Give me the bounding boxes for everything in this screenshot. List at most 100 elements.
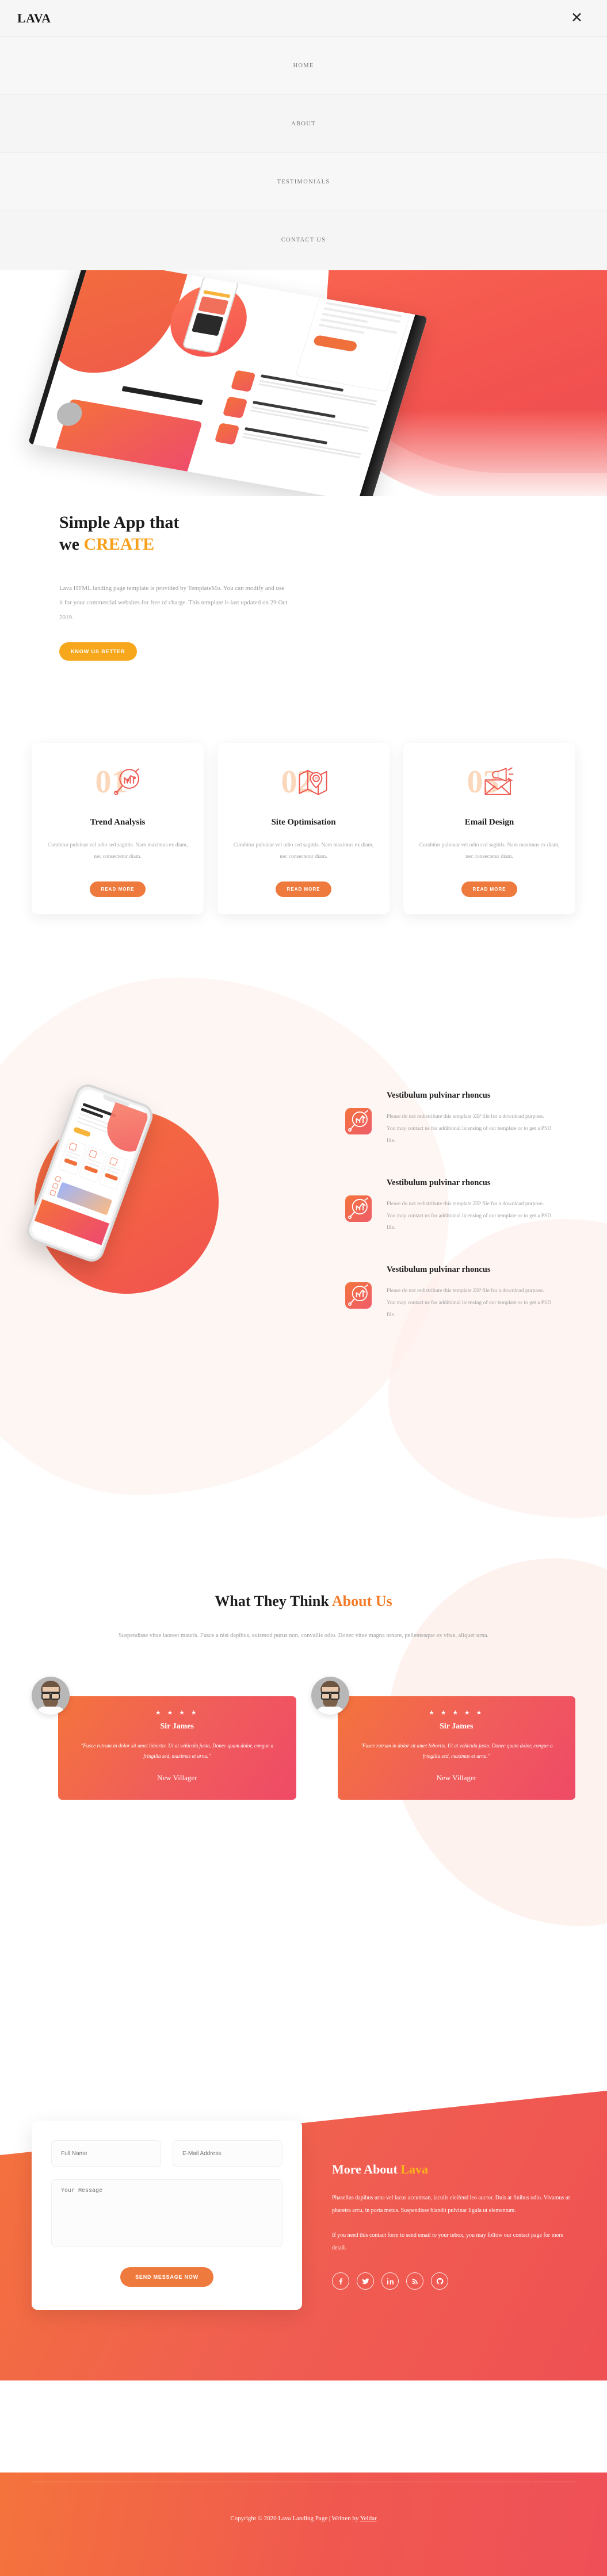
- header-bar: LAVA ✕: [0, 0, 607, 36]
- feature-card[interactable]: 01 Trend Analysis Curabitur pulvinar vel…: [32, 743, 204, 914]
- avatar: [311, 1677, 349, 1715]
- nav-item-contact-us[interactable]: CONTACT US: [0, 210, 607, 269]
- site-header: LAVA ✕ HOME ABOUT TESTIMONIALS CONTACT U…: [0, 0, 607, 270]
- testimonial-bubble: ★ ★ ★ ★ Sir James "Fusce rutrum in dolor…: [58, 1696, 296, 1800]
- testimonials-title: What They Think About Us: [0, 1593, 607, 1610]
- know-us-better-button[interactable]: KNOW US BETTER: [59, 642, 137, 661]
- testimonial-quote: "Fusce rutrum in dolor sit amet lobortis…: [360, 1743, 553, 1759]
- service-item-body: Vestibulum pulvinar rhoncus Please do no…: [387, 1264, 552, 1321]
- nav-item-about[interactable]: ABOUT: [0, 94, 607, 152]
- search-analysis-icon: [345, 1282, 372, 1309]
- email-input[interactable]: [173, 2140, 282, 2167]
- rating-stars: ★ ★ ★ ★ ★: [429, 1709, 484, 1717]
- contact-form-row: [51, 2140, 282, 2167]
- copyright-text: Copyright © 2020 Lava Landing Page | Wri…: [230, 2515, 360, 2522]
- feature-card[interactable]: 03 Email Design Curabitur pulvinar vel o…: [403, 743, 575, 914]
- feature-card-icon-row: 03: [416, 761, 563, 803]
- service-item-desc: Please do not redistribute this template…: [387, 1201, 552, 1231]
- service-item-desc: Please do not redistribute this template…: [387, 1114, 552, 1144]
- contact-paragraph-2: If you need this contact form to send em…: [332, 2232, 564, 2251]
- read-more-button[interactable]: READ MORE: [461, 881, 518, 897]
- linkedin-icon[interactable]: [381, 2272, 399, 2290]
- author-link[interactable]: Yeldar: [360, 2515, 377, 2522]
- service-item-body: Vestibulum pulvinar rhoncus Please do no…: [387, 1090, 552, 1147]
- send-message-button[interactable]: SEND MESSAGE NOW: [120, 2267, 213, 2287]
- close-icon[interactable]: ✕: [566, 9, 587, 28]
- feature-card[interactable]: 02 P Site Optimisation Curabitur pulvina…: [217, 743, 390, 914]
- contact-section: SEND MESSAGE NOW More About Lava Phasell…: [0, 2058, 607, 2472]
- message-textarea[interactable]: [51, 2179, 282, 2247]
- facebook-icon[interactable]: [332, 2272, 349, 2290]
- testimonials-row: ★ ★ ★ ★ Sir James "Fusce rutrum in dolor…: [0, 1677, 607, 1800]
- main-nav: HOME ABOUT TESTIMONIALS CONTACT US: [0, 36, 607, 269]
- device-heading: [121, 386, 237, 411]
- contact-paragraph-1: Phasellus dapibus urna vel lacus accumsa…: [332, 2195, 570, 2214]
- nav-label-home: HOME: [293, 62, 314, 69]
- rss-icon[interactable]: [406, 2272, 423, 2290]
- service-item-title: Vestibulum pulvinar rhoncus: [387, 1091, 491, 1100]
- feature-cards-section: 01 Trend Analysis Curabitur pulvinar vel…: [0, 743, 607, 914]
- feature-card-desc: Curabitur pulvinar vel odio sed sagittis…: [47, 842, 188, 860]
- read-more-button[interactable]: READ MORE: [89, 881, 146, 897]
- email-megaphone-icon: [482, 765, 516, 799]
- nav-label-about: ABOUT: [291, 120, 316, 127]
- contact-heading-accent: Lava: [400, 2162, 429, 2176]
- search-analysis-icon: [345, 1195, 372, 1222]
- testimonial-role: New Villager: [436, 1773, 476, 1782]
- testimonials-subtitle: Suspendisse vitae laoreet mauris. Fusce …: [118, 1632, 489, 1639]
- contact-heading-main: More About: [332, 2162, 401, 2176]
- feature-card-desc: Curabitur pulvinar vel odio sed sagittis…: [233, 842, 374, 860]
- site-footer: Copyright © 2020 Lava Landing Page | Wri…: [0, 2472, 607, 2576]
- device-testimonial-card: [51, 398, 203, 488]
- testimonial-card: ★ ★ ★ ★ Sir James "Fusce rutrum in dolor…: [32, 1677, 296, 1800]
- rating-stars: ★ ★ ★ ★: [155, 1709, 199, 1717]
- about-description: Lava HTML landing page template is provi…: [59, 584, 288, 621]
- testimonial-quote: "Fusce rutrum in dolor sit amet lobortis…: [81, 1743, 274, 1759]
- testimonial-card: ★ ★ ★ ★ ★ Sir James "Fusce rutrum in dol…: [311, 1677, 575, 1800]
- testimonial-role: New Villager: [157, 1773, 197, 1782]
- testimonials-title-accent: About Us: [331, 1593, 392, 1609]
- feature-card-icon-row: 01: [44, 761, 191, 803]
- contact-inner: SEND MESSAGE NOW More About Lava Phasell…: [0, 2058, 607, 2310]
- hero-image-band: [0, 266, 607, 496]
- about-section: Simple App that we CREATE Lava HTML land…: [0, 512, 607, 661]
- read-more-button[interactable]: READ MORE: [275, 881, 332, 897]
- service-item-body: Vestibulum pulvinar rhoncus Please do no…: [387, 1177, 552, 1235]
- brand-logo[interactable]: LAVA: [17, 11, 51, 26]
- about-title-accent: CREATE: [83, 535, 155, 554]
- nav-item-home[interactable]: HOME: [0, 36, 607, 94]
- testimonials-title-main: What They Think: [215, 1593, 332, 1609]
- github-icon[interactable]: [431, 2272, 448, 2290]
- page-title: Simple App that we CREATE: [59, 512, 607, 556]
- testimonials-section: What They Think About Us Suspendisse vit…: [0, 1558, 607, 1926]
- service-item-desc: Please do not redistribute this template…: [387, 1288, 552, 1318]
- about-title-line1: Simple App that: [59, 513, 180, 532]
- feature-card-desc: Curabitur pulvinar vel odio sed sagittis…: [419, 842, 560, 860]
- service-item: Vestibulum pulvinar rhoncus Please do no…: [345, 1090, 552, 1147]
- copyright: Copyright © 2020 Lava Landing Page | Wri…: [0, 2472, 607, 2522]
- contact-info: More About Lava Phasellus dapibus urna v…: [302, 2121, 575, 2310]
- nav-label-contact-us: CONTACT US: [281, 236, 326, 243]
- svg-text:P: P: [314, 776, 317, 781]
- avatar: [32, 1677, 70, 1715]
- full-name-input[interactable]: [51, 2140, 161, 2167]
- search-analysis-icon: [345, 1108, 372, 1134]
- feature-card-icon-row: 02 P: [230, 761, 377, 803]
- nav-item-testimonials[interactable]: TESTIMONIALS: [0, 152, 607, 210]
- feature-card-title: Email Design: [464, 818, 514, 827]
- feature-card-title: Site Optimisation: [271, 818, 336, 827]
- nav-label-testimonials: TESTIMONIALS: [277, 178, 330, 185]
- map-location-icon: P: [296, 765, 330, 799]
- service-item: Vestibulum pulvinar rhoncus Please do no…: [345, 1177, 552, 1235]
- service-item-title: Vestibulum pulvinar rhoncus: [387, 1178, 491, 1187]
- contact-form: SEND MESSAGE NOW: [32, 2121, 302, 2310]
- services-section: Vestibulum pulvinar rhoncus Please do no…: [0, 977, 607, 1518]
- device-orange-blob: [33, 266, 193, 385]
- trend-analysis-icon: [110, 765, 144, 799]
- testimonial-name: Sir James: [440, 1722, 474, 1731]
- feature-card-title: Trend Analysis: [90, 818, 146, 827]
- twitter-icon[interactable]: [357, 2272, 374, 2290]
- social-links: [332, 2272, 575, 2290]
- testimonial-bubble: ★ ★ ★ ★ ★ Sir James "Fusce rutrum in dol…: [337, 1696, 575, 1800]
- contact-heading: More About Lava: [332, 2162, 575, 2177]
